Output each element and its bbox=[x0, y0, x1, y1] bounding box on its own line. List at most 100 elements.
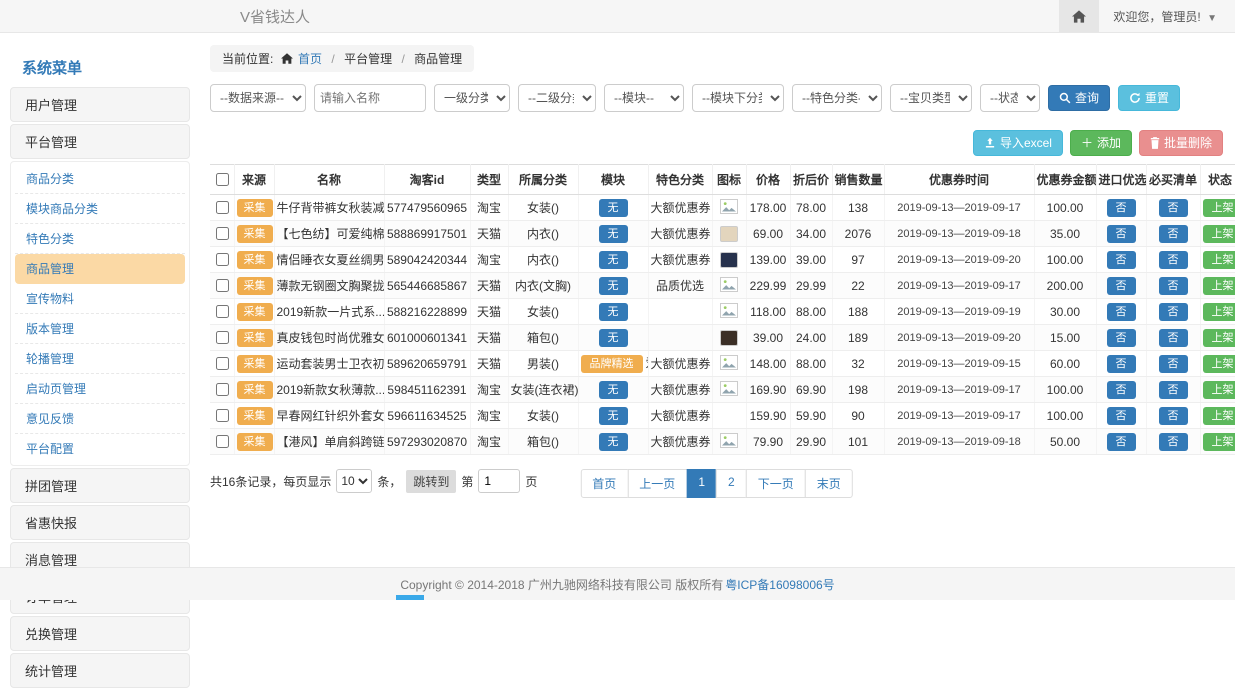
must-buy-toggle[interactable]: 否 bbox=[1159, 407, 1188, 425]
sidebar-item-7[interactable]: 兑换管理 bbox=[10, 616, 190, 651]
status-toggle[interactable]: 上架 bbox=[1203, 251, 1235, 269]
must-buy-toggle[interactable]: 否 bbox=[1159, 277, 1188, 295]
must-buy-toggle[interactable]: 否 bbox=[1159, 225, 1188, 243]
import-excel-button[interactable]: 导入excel bbox=[973, 130, 1063, 156]
select-all-checkbox[interactable] bbox=[216, 173, 229, 186]
sidebar-subitem[interactable]: 意见反馈 bbox=[15, 404, 185, 434]
level1-category-select[interactable]: 一级分类 bbox=[434, 84, 510, 112]
import-select-toggle[interactable]: 否 bbox=[1107, 329, 1136, 347]
must-buy-toggle[interactable]: 否 bbox=[1159, 251, 1188, 269]
module-subcategory-select[interactable]: --模块下分类-- bbox=[692, 84, 784, 112]
reset-button[interactable]: 重置 bbox=[1118, 85, 1180, 111]
module-badge[interactable]: 无 bbox=[599, 329, 628, 347]
user-menu[interactable]: 欢迎您，管理员! ▼ bbox=[1099, 8, 1235, 25]
item-type-select[interactable]: --宝贝类型-- bbox=[890, 84, 972, 112]
module-badge[interactable]: 无 bbox=[599, 303, 628, 321]
breadcrumb-home-link[interactable]: 首页 bbox=[298, 52, 322, 66]
page-button[interactable]: 末页 bbox=[805, 469, 853, 498]
module-badge[interactable]: 无 bbox=[599, 199, 628, 217]
must-buy-toggle[interactable]: 否 bbox=[1159, 303, 1188, 321]
must-buy-toggle[interactable]: 否 bbox=[1159, 355, 1188, 373]
row-checkbox[interactable] bbox=[216, 383, 229, 396]
sidebar-subitem[interactable]: 模块商品分类 bbox=[15, 194, 185, 224]
must-buy-toggle[interactable]: 否 bbox=[1159, 329, 1188, 347]
status-cell: 上架 bbox=[1200, 247, 1235, 273]
sidebar-subitem[interactable]: 版本管理 bbox=[15, 314, 185, 344]
import-select-toggle[interactable]: 否 bbox=[1107, 251, 1136, 269]
row-checkbox[interactable] bbox=[216, 435, 229, 448]
icon-cell bbox=[712, 377, 746, 403]
status-toggle[interactable]: 上架 bbox=[1203, 433, 1235, 451]
row-checkbox[interactable] bbox=[216, 227, 229, 240]
page-button[interactable]: 首页 bbox=[580, 469, 628, 498]
row-checkbox[interactable] bbox=[216, 201, 229, 214]
row-checkbox[interactable] bbox=[216, 279, 229, 292]
module-badge[interactable]: 无 bbox=[599, 433, 628, 451]
row-checkbox[interactable] bbox=[216, 409, 229, 422]
module-select[interactable]: --模块-- bbox=[604, 84, 684, 112]
module-badge[interactable]: 品牌精选 bbox=[581, 355, 643, 373]
sidebar-subitem[interactable]: 商品管理 bbox=[15, 254, 185, 284]
sidebar-subitem[interactable]: 特色分类 bbox=[15, 224, 185, 254]
data-source-select[interactable]: --数据来源-- bbox=[210, 84, 306, 112]
status-toggle[interactable]: 上架 bbox=[1203, 277, 1235, 295]
page-button[interactable]: 下一页 bbox=[746, 469, 806, 498]
home-nav-button[interactable] bbox=[1059, 0, 1099, 32]
sidebar-subitem[interactable]: 平台配置 bbox=[15, 434, 185, 463]
import-select-toggle[interactable]: 否 bbox=[1107, 407, 1136, 425]
must-buy-toggle[interactable]: 否 bbox=[1159, 433, 1188, 451]
module-badge[interactable]: 无 bbox=[599, 251, 628, 269]
status-toggle[interactable]: 上架 bbox=[1203, 407, 1235, 425]
taoke-id: 597293020870 bbox=[384, 429, 470, 455]
status-select[interactable]: --状态-- bbox=[980, 84, 1040, 112]
row-checkbox[interactable] bbox=[216, 357, 229, 370]
status-cell: 上架 bbox=[1200, 403, 1235, 429]
module-badge[interactable]: 无 bbox=[599, 277, 628, 295]
sidebar-subitem[interactable]: 轮播管理 bbox=[15, 344, 185, 374]
icp-link[interactable]: 粤ICP备16098006号 bbox=[725, 576, 834, 593]
page-button[interactable]: 1 bbox=[686, 469, 717, 498]
sidebar-item-4[interactable]: 省惠快报 bbox=[10, 505, 190, 540]
jump-button[interactable]: 跳转到 bbox=[406, 470, 456, 493]
search-button[interactable]: 查询 bbox=[1048, 85, 1110, 111]
sidebar-item-8[interactable]: 统计管理 bbox=[10, 653, 190, 688]
feature-category-select[interactable]: --特色分类-- bbox=[792, 84, 882, 112]
add-button[interactable]: ＋ 添加 bbox=[1070, 130, 1132, 156]
module-badge[interactable]: 无 bbox=[599, 407, 628, 425]
jump-page-input[interactable] bbox=[478, 469, 520, 493]
sidebar-subitem[interactable]: 启动页管理 bbox=[15, 374, 185, 404]
page-button[interactable]: 2 bbox=[716, 469, 747, 498]
row-checkbox[interactable] bbox=[216, 331, 229, 344]
sidebar-subitem[interactable]: 商品分类 bbox=[15, 164, 185, 194]
status-toggle[interactable]: 上架 bbox=[1203, 225, 1235, 243]
import-select-toggle[interactable]: 否 bbox=[1107, 277, 1136, 295]
row-checkbox[interactable] bbox=[216, 253, 229, 266]
sidebar-item-1[interactable]: 用户管理 bbox=[10, 87, 190, 122]
import-select-toggle[interactable]: 否 bbox=[1107, 381, 1136, 399]
import-select-toggle[interactable]: 否 bbox=[1107, 303, 1136, 321]
taoke-id: 588216228899 bbox=[384, 299, 470, 325]
name-search-input[interactable] bbox=[314, 84, 426, 112]
status-toggle[interactable]: 上架 bbox=[1203, 329, 1235, 347]
import-select-toggle[interactable]: 否 bbox=[1107, 199, 1136, 217]
module-badge[interactable]: 无 bbox=[599, 381, 628, 399]
level2-category-select[interactable]: --二级分类-- bbox=[518, 84, 596, 112]
import-select-toggle[interactable]: 否 bbox=[1107, 355, 1136, 373]
import-select-toggle[interactable]: 否 bbox=[1107, 225, 1136, 243]
must-buy-toggle[interactable]: 否 bbox=[1159, 199, 1188, 217]
status-toggle[interactable]: 上架 bbox=[1203, 303, 1235, 321]
sidebar-item-2[interactable]: 平台管理 bbox=[10, 124, 190, 159]
sidebar-subitem[interactable]: 宣传物料 bbox=[15, 284, 185, 314]
status-toggle[interactable]: 上架 bbox=[1203, 381, 1235, 399]
status-toggle[interactable]: 上架 bbox=[1203, 355, 1235, 373]
must-buy-toggle[interactable]: 否 bbox=[1159, 381, 1188, 399]
module-badge[interactable]: 无 bbox=[599, 225, 628, 243]
page-button[interactable]: 上一页 bbox=[627, 469, 687, 498]
import-select-toggle[interactable]: 否 bbox=[1107, 433, 1136, 451]
status-toggle[interactable]: 上架 bbox=[1203, 199, 1235, 217]
per-page-select[interactable]: 10 bbox=[336, 469, 372, 493]
batch-delete-button[interactable]: 批量删除 bbox=[1139, 130, 1223, 156]
row-checkbox[interactable] bbox=[216, 305, 229, 318]
row-select-cell bbox=[210, 325, 234, 351]
sidebar-item-3[interactable]: 拼团管理 bbox=[10, 468, 190, 503]
